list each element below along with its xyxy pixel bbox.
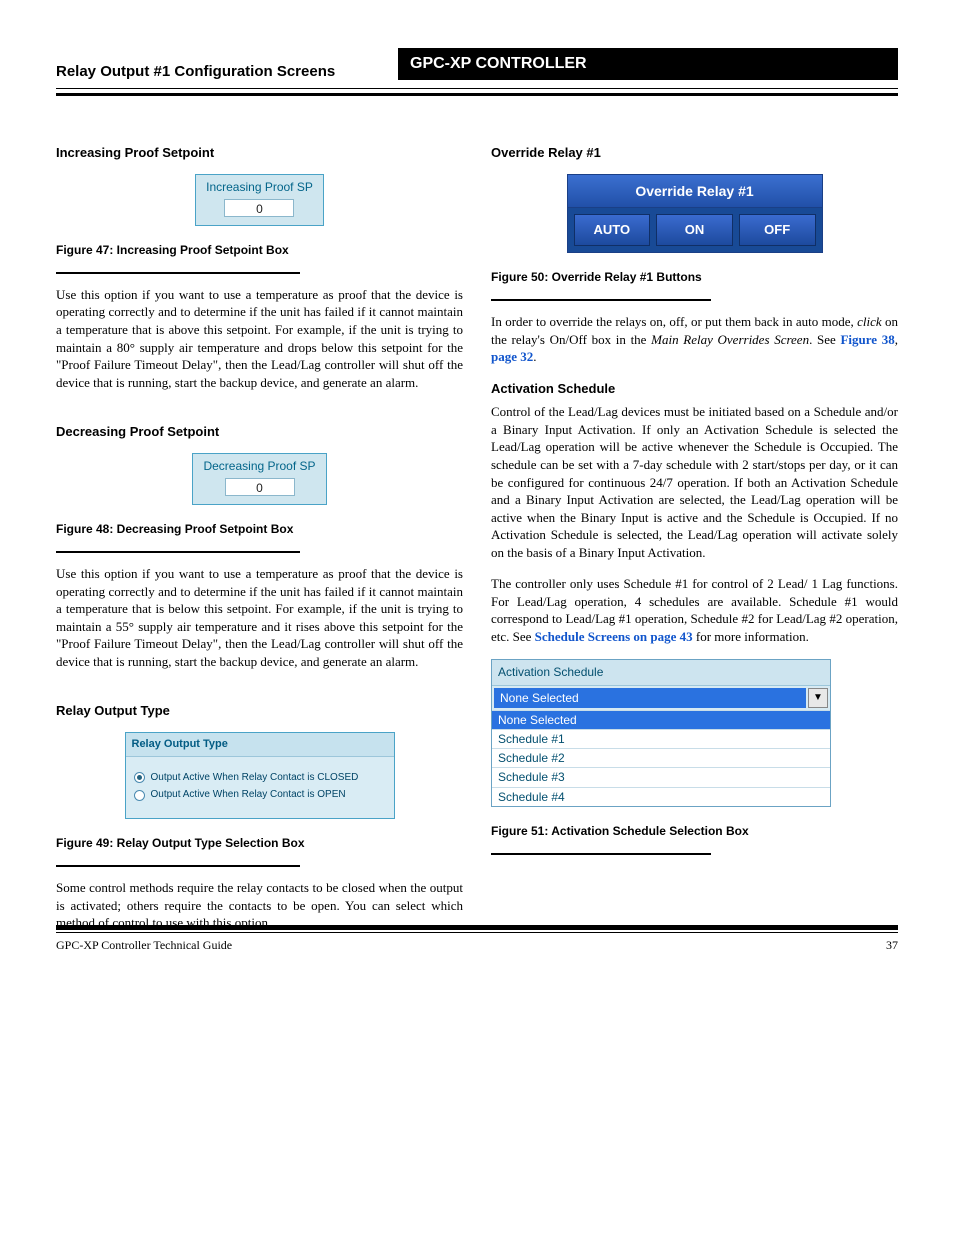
link-page-32[interactable]: page 32 <box>491 349 533 364</box>
link-figure-38[interactable]: Figure 38 <box>840 332 894 347</box>
sched-panel-head: Activation Schedule <box>492 660 830 684</box>
radio-icon <box>134 772 145 783</box>
activation-body-2: The controller only uses Schedule #1 for… <box>491 575 898 645</box>
footer-doc-title: GPC-XP Controller Technical Guide <box>56 937 232 953</box>
decreasing-proof-label: Decreasing Proof SP <box>203 458 315 474</box>
relay-opt-open-row[interactable]: Output Active When Relay Contact is OPEN <box>134 788 386 802</box>
override-off-button[interactable]: OFF <box>739 214 816 246</box>
section-rule-4 <box>491 299 711 301</box>
section-rule-2 <box>56 551 300 553</box>
chevron-down-icon: ▼ <box>813 691 823 705</box>
relay-type-body: Some control methods require the relay c… <box>56 879 463 932</box>
activation-body-1: Control of the Lead/Lag devices must be … <box>491 403 898 561</box>
sched-dropdown-button[interactable]: ▼ <box>808 688 828 708</box>
header-black-title: GPC-XP CONTROLLER <box>398 48 898 80</box>
sched-selected-value[interactable]: None Selected <box>494 688 806 708</box>
relay-panel-head: Relay Output Type <box>126 733 394 757</box>
sched-option[interactable]: Schedule #4 <box>492 787 830 806</box>
fig50-caption: Figure 50: Override Relay #1 Buttons <box>491 269 898 285</box>
footer-rule-top <box>56 925 898 930</box>
header-rule-bottom <box>56 93 898 96</box>
section-rule-5 <box>491 853 711 855</box>
decreasing-proof-input[interactable]: 0 <box>225 478 295 496</box>
increasing-proof-panel: Increasing Proof SP 0 <box>195 174 324 226</box>
fig51-caption: Figure 51: Activation Schedule Selection… <box>491 823 898 839</box>
footer-rule-bottom <box>56 932 898 933</box>
fig47-caption: Figure 47: Increasing Proof Setpoint Box <box>56 242 463 258</box>
left-column: Increasing Proof Setpoint Increasing Pro… <box>56 144 463 946</box>
override-relay-panel: Override Relay #1 AUTO ON OFF <box>567 174 823 253</box>
increasing-proof-input[interactable]: 0 <box>224 199 294 217</box>
link-schedule-screens[interactable]: Schedule Screens on page 43 <box>535 629 693 644</box>
override-on-button[interactable]: ON <box>656 214 733 246</box>
section-title-override: Override Relay #1 <box>491 144 898 162</box>
override-panel-title: Override Relay #1 <box>567 174 823 209</box>
override-auto-button[interactable]: AUTO <box>574 214 651 246</box>
relay-opt-closed-row[interactable]: Output Active When Relay Contact is CLOS… <box>134 771 386 785</box>
inc-proof-body: Use this option if you want to use a tem… <box>56 286 463 391</box>
relay-output-type-panel: Relay Output Type Output Active When Rel… <box>125 732 395 819</box>
footer-page-number: 37 <box>886 937 898 953</box>
sched-option[interactable]: Schedule #1 <box>492 729 830 748</box>
section-title-dec-proof: Decreasing Proof Setpoint <box>56 423 463 441</box>
section-rule-1 <box>56 272 300 274</box>
header-white-subtitle: Relay Output #1 Configuration Screens <box>56 62 335 82</box>
page-footer: GPC-XP Controller Technical Guide 37 <box>56 925 898 953</box>
sched-option[interactable]: Schedule #3 <box>492 767 830 786</box>
fig48-caption: Figure 48: Decreasing Proof Setpoint Box <box>56 521 463 537</box>
page-header: GPC-XP CONTROLLER Relay Output #1 Config… <box>56 48 898 84</box>
dec-proof-body: Use this option if you want to use a tem… <box>56 565 463 670</box>
section-rule-3 <box>56 865 300 867</box>
section-title-relay-type: Relay Output Type <box>56 702 463 720</box>
relay-opt-closed-label: Output Active When Relay Contact is CLOS… <box>151 771 359 785</box>
override-body: In order to override the relays on, off,… <box>491 313 898 366</box>
section-title-inc-proof: Increasing Proof Setpoint <box>56 144 463 162</box>
fig49-caption: Figure 49: Relay Output Type Selection B… <box>56 835 463 851</box>
relay-opt-open-label: Output Active When Relay Contact is OPEN <box>151 788 346 802</box>
decreasing-proof-panel: Decreasing Proof SP 0 <box>192 453 326 505</box>
increasing-proof-label: Increasing Proof SP <box>206 179 313 195</box>
radio-icon <box>134 790 145 801</box>
right-column: Override Relay #1 Override Relay #1 AUTO… <box>491 144 898 946</box>
sched-option[interactable]: None Selected <box>492 710 830 729</box>
sched-option[interactable]: Schedule #2 <box>492 748 830 767</box>
activation-schedule-panel: Activation Schedule None Selected ▼ None… <box>491 659 831 806</box>
sched-options-list: None Selected Schedule #1 Schedule #2 Sc… <box>492 710 830 806</box>
section-title-activation-schedule: Activation Schedule <box>491 380 898 398</box>
